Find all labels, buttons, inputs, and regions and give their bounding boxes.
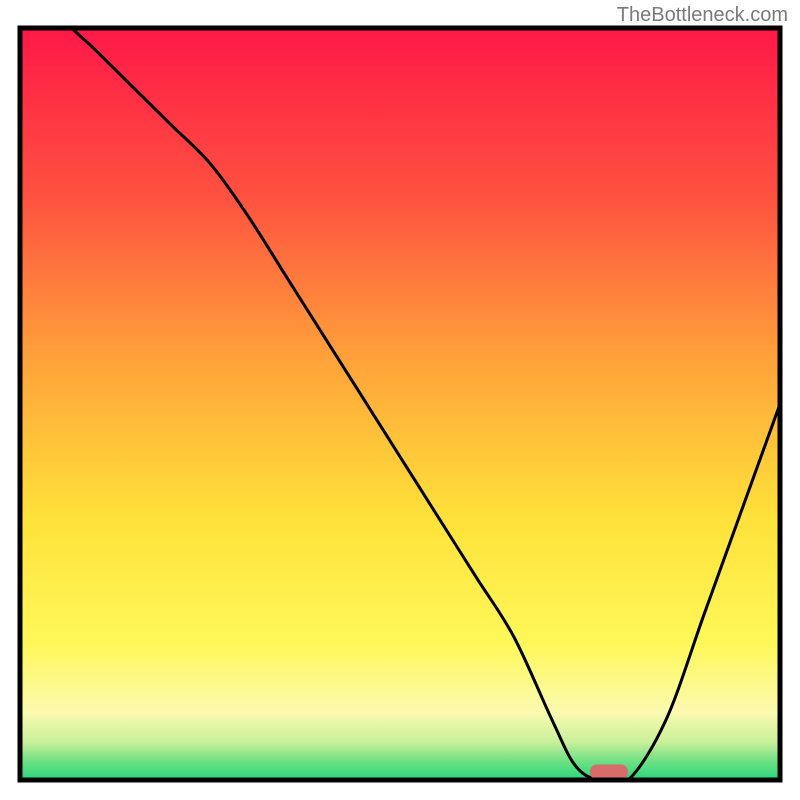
bottleneck-chart: TheBottleneck.com xyxy=(0,0,800,800)
optimal-marker xyxy=(590,764,628,779)
watermark-label: TheBottleneck.com xyxy=(617,4,788,27)
plot-background xyxy=(20,28,780,780)
chart-svg xyxy=(0,0,800,800)
